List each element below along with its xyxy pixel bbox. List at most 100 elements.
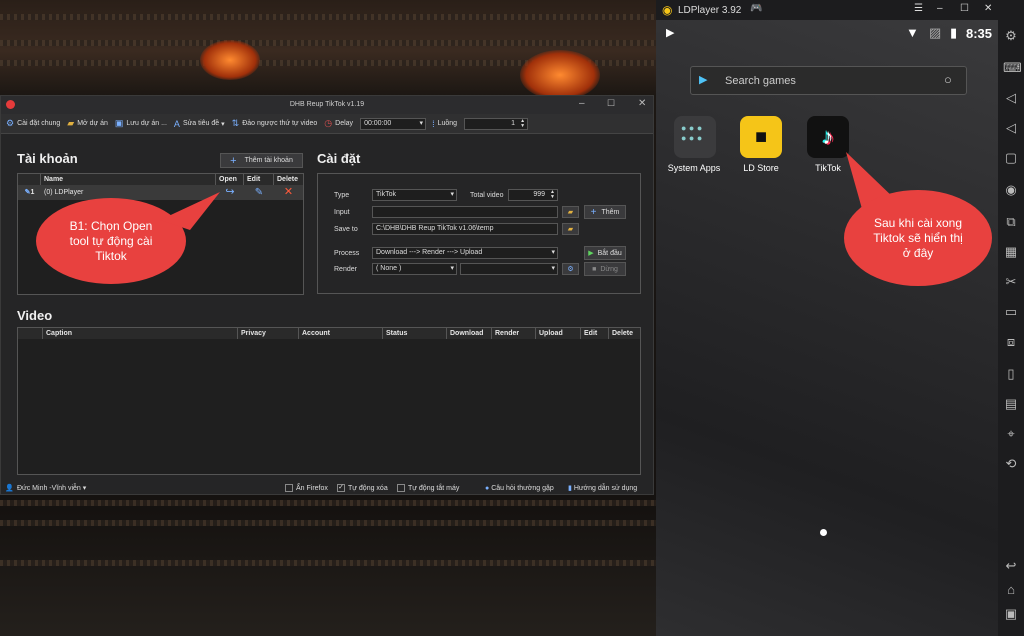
title-bar: DHB Reup TikTok v1.19 – ☐ ✕ <box>1 96 653 114</box>
add-input-button[interactable]: + Thêm <box>584 205 626 219</box>
search-games-bar[interactable]: ▶ Search games ○ <box>690 66 967 95</box>
keyboard-icon[interactable]: ⌨ <box>1003 60 1022 76</box>
dhb-reup-window: DHB Reup TikTok v1.19 – ☐ ✕ ⚙ Cài đặt chu… <box>0 95 654 495</box>
render-select[interactable]: ( None ) ▾ <box>372 263 457 275</box>
auto-delete-checkbox[interactable]: ✓ Tự động xóa <box>337 484 388 492</box>
chevron-down-icon: ▾ <box>450 265 454 272</box>
clock-text: 8:35 <box>966 26 993 41</box>
screen-icon[interactable]: ▤ <box>1003 396 1019 412</box>
input-label: Input <box>334 209 350 216</box>
video-table: Caption Privacy Account Status Download … <box>17 327 641 475</box>
minimize-icon[interactable]: – <box>937 3 943 14</box>
ldplayer-window: ◉ LDPlayer 3.92 🎮 ☰ – ☐ ✕ ▶ ▼ ▨ ▮ 8:35 ▶… <box>656 0 1024 636</box>
general-settings-button[interactable]: ⚙ Cài đặt chung <box>6 118 60 129</box>
window-title: DHB Reup TikTok v1.19 <box>289 101 365 108</box>
no-sim-icon: ▨ <box>929 25 942 40</box>
settings-icon[interactable]: ⚙ <box>1003 28 1019 44</box>
browse-save-button[interactable]: ▰ <box>562 223 579 235</box>
close-icon[interactable]: ✕ <box>984 3 992 14</box>
rotate-icon[interactable]: ⟲ <box>1003 456 1019 472</box>
faq-link[interactable]: ● Câu hỏi thường gặp <box>485 485 554 492</box>
status-bar: 👤 Đức Minh -Vĩnh viễn ▾ Ẩn Firefox ✓ Tự đ… <box>1 481 653 495</box>
video-header: Caption Privacy Account Status Download … <box>18 328 640 339</box>
ldplayer-logo-icon: ◉ <box>662 3 673 17</box>
gamepad-icon[interactable]: 🎮 <box>750 3 762 14</box>
threads-label: ⁞ Luồng <box>432 118 458 129</box>
accounts-heading: Tài khoản <box>17 151 78 166</box>
stop-button[interactable]: ■ Dừng <box>584 262 626 276</box>
chevron-down-icon: ▾ <box>551 265 555 272</box>
total-video-stepper[interactable]: 999 ▲ ▼ <box>508 189 558 201</box>
fullscreen-icon[interactable]: ▢ <box>1003 150 1019 166</box>
save-icon: ▣ <box>114 118 124 128</box>
edit-title-button[interactable]: A Sửa tiêu đề ▾ <box>174 119 225 129</box>
video-heading: Video <box>17 308 53 323</box>
add-account-button[interactable]: + Thêm tài khoản <box>220 153 303 168</box>
render-settings-button[interactable]: ⚙ <box>562 263 579 275</box>
search-icon: ○ <box>944 72 952 87</box>
input-field[interactable] <box>372 206 558 218</box>
text-icon: A <box>173 118 180 129</box>
sort-icon: ⇅ <box>231 118 240 128</box>
render-option-select[interactable]: ▾ <box>460 263 558 275</box>
type-select[interactable]: TikTok ▾ <box>372 189 457 201</box>
save-to-label: Save to <box>334 226 358 233</box>
recents-icon[interactable]: ▣ <box>1003 606 1019 622</box>
android-screen: ▶ ▼ ▨ ▮ 8:35 ▶ Search games ○ ● ● ● ● ● ●… <box>656 20 998 636</box>
browse-input-button[interactable]: ▰ <box>562 206 579 218</box>
auto-shutdown-checkbox[interactable]: Tự động tắt máy <box>397 484 459 492</box>
process-select[interactable]: Download ---> Render ---> Upload ▾ <box>372 247 558 259</box>
ldplayer-sidebar: ⚙ ⌨ ◁ ◁ ▢ ◉ ⧉ ▦ ✂ ▭ ⧈ ▯ ▤ ⌖ ⟲ ↩ ⌂ ▣ <box>998 20 1024 636</box>
record-icon[interactable]: ◉ <box>1003 182 1019 198</box>
scissors-icon[interactable]: ✂ <box>1003 274 1019 290</box>
question-icon: ● <box>485 484 490 492</box>
play-icon: ▶ <box>588 250 594 257</box>
render-label: Render <box>334 266 357 273</box>
home-icon[interactable]: ⌂ <box>1003 582 1019 598</box>
delay-input[interactable]: 00:00:00 ▾ <box>360 117 427 130</box>
folder-icon: ▰ <box>567 226 574 233</box>
save-project-button[interactable]: ▣ Lưu dự án ... <box>115 118 167 129</box>
menu-icon[interactable]: ☰ <box>914 3 923 14</box>
video-icon[interactable]: ▭ <box>1003 304 1019 320</box>
shake-icon[interactable]: ▯ <box>1003 366 1019 382</box>
user-license-menu[interactable]: Đức Minh -Vĩnh viễn ▾ <box>17 484 86 492</box>
maximize-icon[interactable]: ☐ <box>607 98 615 109</box>
apk-install-icon[interactable]: ▦ <box>1003 244 1019 260</box>
delete-account-button[interactable]: ✕ <box>274 185 303 200</box>
ldplayer-titlebar: ◉ LDPlayer 3.92 🎮 ☰ – ☐ ✕ <box>656 0 1024 20</box>
battery-icon: ▮ <box>950 25 958 40</box>
accounts-header: Name Open Edit Delete <box>18 174 303 185</box>
location-icon[interactable]: ⌖ <box>1003 426 1019 442</box>
back-icon[interactable]: ↩ <box>1003 558 1019 574</box>
wifi-icon: ▼ <box>906 25 919 40</box>
annotation-arrow-left <box>160 192 220 230</box>
system-apps-icon[interactable]: ● ● ● ● ● ● <box>674 116 716 158</box>
close-icon[interactable]: ✕ <box>638 98 646 109</box>
threads-stepper[interactable]: 1 ▲ ▼ <box>464 117 529 130</box>
open-project-button[interactable]: ▰ Mở dự án <box>67 118 108 129</box>
reverse-order-button[interactable]: ⇅ Đảo ngược thứ tự video <box>232 118 318 129</box>
stop-icon: ■ <box>592 265 597 273</box>
minimize-icon[interactable]: – <box>579 98 585 109</box>
guide-link[interactable]: ▮ Hướng dẫn sử dụng <box>568 484 637 492</box>
hide-firefox-checkbox[interactable]: Ẩn Firefox <box>285 484 328 492</box>
volume-down-icon[interactable]: ◁ <box>1003 120 1019 136</box>
save-to-field[interactable]: C:\DHB\DHB Reup TikTok v1.06\temp <box>372 223 558 235</box>
row-index: ✎1 <box>24 189 35 196</box>
ldstore-label: LD Store <box>743 163 779 173</box>
sync-icon[interactable]: ⧈ <box>1003 334 1019 350</box>
start-button[interactable]: ▶ Bắt đầu <box>584 246 626 260</box>
settings-heading: Cài đặt <box>317 151 361 166</box>
ldplayer-title: LDPlayer 3.92 <box>678 5 742 16</box>
threads-icon: ⁞ <box>432 118 435 129</box>
folder-icon: ▰ <box>67 118 75 128</box>
maximize-icon[interactable]: ☐ <box>960 3 969 14</box>
multi-instance-icon[interactable]: ⧉ <box>1003 214 1019 230</box>
user-icon: 👤 <box>5 485 14 492</box>
gear-icon: ⚙ <box>567 266 574 273</box>
edit-account-button[interactable]: ✎ <box>244 185 274 200</box>
volume-up-icon[interactable]: ◁ <box>1003 90 1019 106</box>
ldstore-icon[interactable]: ■ <box>740 116 782 158</box>
play-store-notif-icon: ▶ <box>666 27 675 39</box>
